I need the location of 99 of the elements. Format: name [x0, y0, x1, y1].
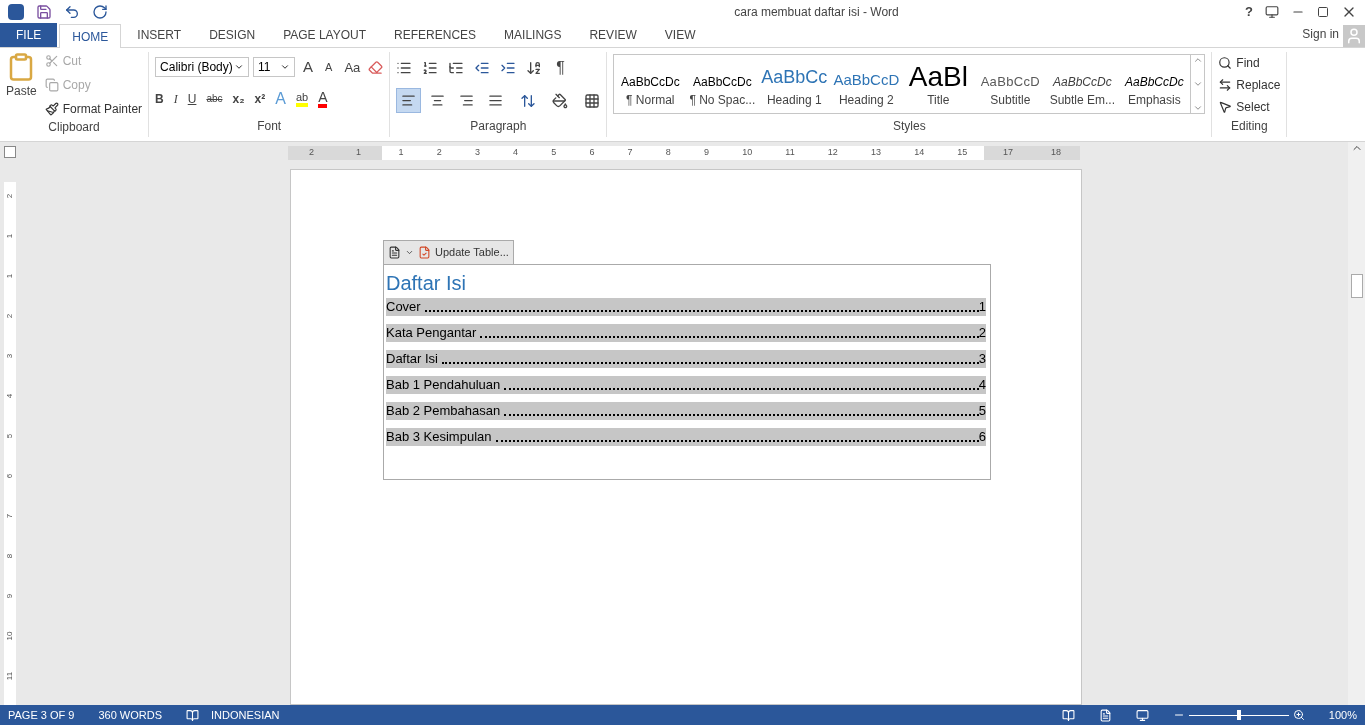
format-button[interactable]: I [173, 89, 178, 108]
increase-indent-icon[interactable] [500, 60, 517, 76]
editing-button[interactable]: Replace [1218, 76, 1281, 94]
save-icon[interactable] [36, 4, 52, 20]
highlight-button[interactable]: ab [295, 90, 309, 107]
clipboard-button[interactable]: Format Painter [44, 100, 143, 118]
style-gallery-item[interactable]: AaBbCcDc Subtle Em... [1046, 55, 1119, 113]
format-button[interactable]: abc [206, 91, 223, 106]
scroll-up-icon [1192, 55, 1203, 65]
ribbon-tab[interactable]: REVIEW [577, 23, 649, 47]
bullets-icon[interactable] [396, 60, 413, 76]
ribbon-tab[interactable]: INSERT [125, 23, 194, 47]
language-label[interactable]: INDONESIAN [211, 706, 280, 724]
line-spacing-icon[interactable] [520, 92, 537, 109]
align-icon [488, 93, 504, 108]
zoom-in-icon[interactable] [1292, 709, 1305, 721]
style-gallery-item[interactable]: AaBbCcDc ¶ No Spac... [686, 55, 759, 113]
document-alert-icon [418, 246, 431, 259]
style-gallery-item[interactable]: AaBbCc Heading 1 [758, 55, 831, 113]
borders-icon[interactable] [584, 92, 601, 109]
format-button[interactable]: U [187, 89, 197, 108]
style-gallery-item[interactable]: AaBl Title [902, 55, 975, 113]
vertical-scrollbar[interactable] [1348, 142, 1365, 705]
update-table-button[interactable]: Update Table... [383, 240, 514, 264]
ribbon-tab[interactable]: VIEW [652, 23, 708, 47]
ribbon-group-label: Editing [1230, 118, 1268, 135]
scroll-down-icon [1192, 79, 1203, 89]
toc-entry[interactable]: Kata Pengantar 2 [386, 324, 986, 342]
shrink-font-button[interactable]: A [321, 59, 337, 76]
toc-entry[interactable]: Cover 1 [386, 298, 986, 316]
font-name-field[interactable]: Calibri (Body) [155, 57, 250, 78]
search-icon [1218, 56, 1233, 70]
help-button[interactable]: ? [1245, 2, 1253, 22]
ribbon-group-label: Clipboard [48, 119, 100, 136]
toc-entry[interactable]: Bab 3 Kesimpulan 6 [386, 428, 986, 446]
paintbrush-icon [44, 102, 59, 116]
align-icon [430, 93, 446, 108]
style-gallery-item[interactable]: AaBbCcD Subtitle [974, 55, 1047, 113]
paste-button[interactable]: Paste [6, 52, 37, 118]
toc-entry[interactable]: Bab 2 Pembahasan 5 [386, 402, 986, 420]
caret-icon [405, 248, 414, 257]
editing-button[interactable]: Find [1218, 54, 1281, 72]
toc-entry[interactable]: Bab 1 Pendahuluan 4 [386, 376, 986, 394]
read-mode-icon[interactable] [1061, 708, 1075, 722]
ribbon-group-label: Paragraph [470, 118, 527, 135]
restore-icon[interactable] [1317, 6, 1329, 18]
sort-icon[interactable] [526, 60, 543, 76]
page-count[interactable]: PAGE 3 OF 9 [8, 706, 75, 724]
proofing-icon[interactable] [186, 708, 199, 722]
print-layout-icon[interactable] [1098, 708, 1112, 722]
ribbon-tab[interactable]: DESIGN [197, 23, 268, 47]
document-icon [388, 246, 401, 259]
horizontal-ruler: 2 1 1 2 3 4 5 6 7 8 9 10 11 12 13 14 15 17 18 [288, 146, 1080, 160]
toc-heading: Daftar Isi [386, 271, 468, 296]
change-case-button[interactable]: Aa [340, 57, 365, 77]
window-title: cara membuat daftar isi - Word [733, 4, 900, 21]
font-size-field[interactable]: 11 [253, 57, 296, 78]
align-icon [459, 93, 475, 108]
toc-entry[interactable]: Daftar Isi 3 [386, 350, 986, 368]
decrease-indent-icon[interactable] [474, 60, 491, 76]
file-tab[interactable]: FILE [0, 23, 58, 47]
word-count[interactable]: 360 WORDS [98, 706, 162, 724]
align-icon [401, 93, 417, 108]
clear-format-icon[interactable] [368, 59, 384, 75]
swap-icon [1218, 78, 1233, 92]
zoom-slider[interactable] [1188, 710, 1289, 720]
ribbon-tab[interactable]: MAILINGS [492, 23, 574, 47]
show-formatting-button[interactable]: ¶ [552, 56, 569, 80]
format-button[interactable]: B [155, 89, 164, 108]
format-button[interactable]: x² [254, 89, 266, 108]
shading-icon[interactable] [552, 92, 569, 109]
tab-selector-icon[interactable] [4, 146, 16, 158]
font-color-button[interactable]: A [318, 89, 328, 108]
scissors-icon [44, 54, 59, 68]
undo-icon[interactable] [64, 4, 80, 20]
style-gallery-item[interactable]: AaBbCcDc Emphasis [1118, 55, 1191, 113]
style-gallery-item[interactable]: AaBbCcD Heading 2 [830, 55, 903, 113]
multilevel-list-icon[interactable] [448, 60, 465, 76]
vertical-ruler: 2 1 1 2 3 4 5 6 7 8 9 10 11 [4, 182, 16, 705]
sign-in-link[interactable]: Sign in [1302, 25, 1339, 43]
redo-icon[interactable] [92, 4, 108, 20]
zoom-level[interactable]: 100% [1328, 706, 1357, 724]
ribbon-group-label: Font [257, 118, 282, 135]
ribbon-tab[interactable]: REFERENCES [382, 23, 489, 47]
format-button[interactable]: x₂ [232, 89, 245, 108]
zoom-thumb[interactable] [1236, 710, 1241, 720]
numbering-icon[interactable] [422, 60, 439, 76]
ribbon-tab[interactable]: PAGE LAYOUT [271, 23, 379, 47]
style-gallery-item[interactable]: AaBbCcDc ¶ Normal [614, 55, 687, 113]
web-layout-icon[interactable] [1135, 708, 1149, 722]
more-styles-icon [1192, 103, 1203, 113]
ribbon-group-label: Styles [892, 118, 926, 135]
editing-button[interactable]: Select [1218, 98, 1281, 116]
grow-font-button[interactable]: A [299, 56, 318, 79]
pointer-icon [1218, 100, 1233, 114]
ribbon-tab[interactable]: HOME [59, 24, 122, 48]
copy-icon [44, 78, 59, 92]
scrollbar-thumb[interactable] [1350, 274, 1363, 298]
align-button[interactable] [396, 88, 422, 113]
